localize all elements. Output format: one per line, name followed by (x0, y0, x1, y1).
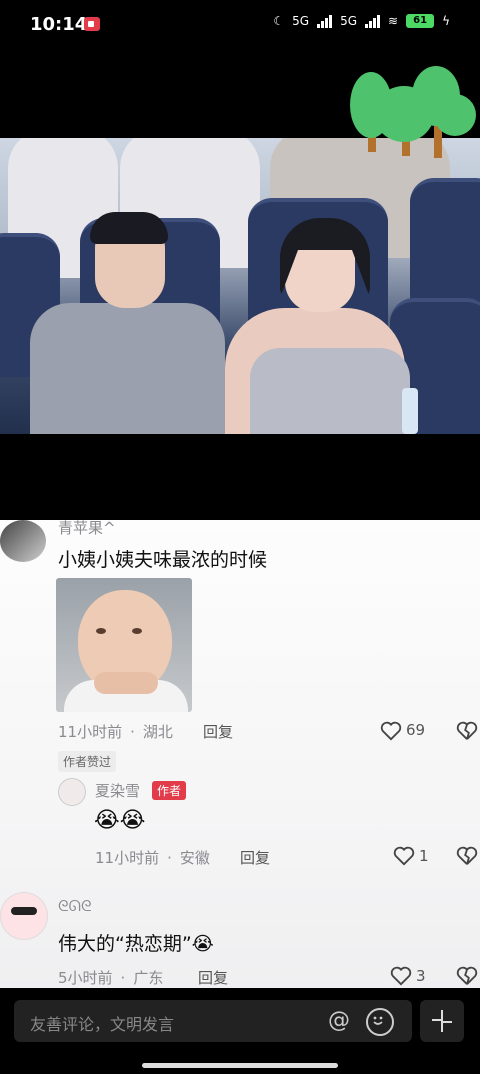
comment-time: 11小时前 (58, 723, 123, 741)
like-heart-icon[interactable] (393, 846, 415, 866)
like-count: 1 (419, 847, 429, 865)
man-in-suit (30, 303, 225, 434)
dislike-broken-heart-icon[interactable] (456, 846, 478, 866)
author-tag: 作者 (152, 781, 187, 800)
comment-location: 湖北 (142, 723, 173, 741)
network-label-1: 5G (292, 14, 310, 28)
sunglasses (11, 907, 37, 915)
comment-username[interactable]: 青苹果^ (58, 517, 116, 538)
signal-icon-2 (365, 14, 381, 28)
wifi-icon: ≋ (388, 14, 399, 28)
tree-sticker (348, 66, 478, 158)
comment-input-placeholder: 友善评论，文明发言 (30, 1015, 175, 1034)
comment-input[interactable]: 友善评论，文明发言 @ (14, 1000, 412, 1042)
reply-emoji: 😭😭 (94, 808, 146, 833)
man-hair (90, 212, 168, 244)
mention-icon[interactable]: @ (328, 1008, 350, 1033)
user-avatar[interactable] (0, 892, 48, 940)
comment-location: 广东 (133, 969, 164, 987)
reply-button[interactable]: 回复 (203, 721, 233, 742)
emoji-icon[interactable] (366, 1008, 394, 1036)
like-count: 3 (416, 967, 426, 985)
battery-icon: 61 (406, 14, 435, 28)
reply-button[interactable]: 回复 (240, 847, 270, 868)
baby-eye (96, 628, 106, 634)
author-liked-badge: 作者赞过 (58, 751, 117, 772)
system-icons: ☾ 5G 5G ≋ 61 ϟ (273, 14, 450, 28)
like-heart-icon[interactable] (390, 966, 412, 986)
reply-button[interactable]: 回复 (198, 967, 228, 988)
charging-icon: ϟ (442, 14, 450, 28)
comment-meta: 11小时前 · 湖北 (58, 723, 173, 741)
dislike-broken-heart-icon[interactable] (456, 721, 478, 741)
baby-eye (132, 628, 142, 634)
comment-username[interactable]: ᘓᘏᘓ (58, 897, 92, 915)
reply-username[interactable]: 夏染雪 (95, 780, 140, 801)
signal-icon (317, 14, 333, 28)
baby-hands (94, 672, 158, 694)
reply-time: 11小时前 (95, 849, 160, 867)
moon-icon: ☾ (273, 14, 285, 28)
reply-avatar[interactable] (58, 778, 86, 806)
comment-text: 伟大的“热恋期”😭 (58, 933, 214, 955)
expand-icon[interactable] (420, 1000, 464, 1042)
like-heart-icon[interactable] (380, 721, 402, 741)
dislike-broken-heart-icon[interactable] (456, 966, 478, 986)
user-avatar[interactable] (0, 520, 46, 562)
home-indicator[interactable] (142, 1063, 338, 1068)
clock: 10:14 (30, 14, 88, 35)
comment-image[interactable] (56, 578, 192, 712)
reply-location: 安徽 (179, 849, 210, 867)
comment-input-bar: 友善评论，文明发言 @ (0, 988, 480, 1074)
water-bottle (402, 388, 418, 434)
video-player[interactable] (0, 138, 480, 434)
like-count: 69 (406, 721, 426, 739)
screen-record-icon (84, 17, 100, 31)
sequin-dress (250, 348, 410, 434)
comment-meta: 5小时前 · 广东 (58, 969, 164, 987)
reply-meta: 11小时前 · 安徽 (95, 849, 210, 867)
status-bar: 10:14 ☾ 5G 5G ≋ 61 ϟ (0, 0, 480, 52)
comment-time: 5小时前 (58, 969, 113, 987)
comment-text: 小姨小姨夫味最浓的时候 (58, 549, 268, 571)
network-label-2: 5G (340, 14, 358, 28)
